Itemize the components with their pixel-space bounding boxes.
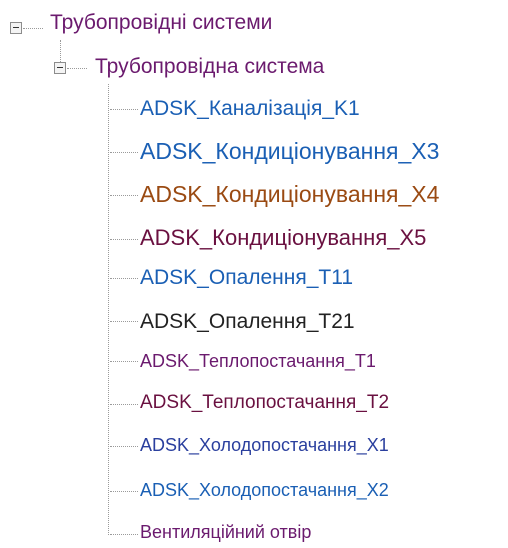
tree-item-system[interactable]: ADSK_Теплопостачання_T1 bbox=[140, 352, 376, 370]
tree-node-system-type[interactable]: Трубопровідна система bbox=[95, 56, 324, 77]
tree-item-system[interactable]: ADSK_Теплопостачання_T2 bbox=[140, 393, 389, 412]
tree-connector bbox=[110, 404, 138, 405]
tree-item-system[interactable]: ADSK_Холодопостачання_X1 bbox=[140, 436, 389, 454]
tree-connector bbox=[110, 534, 138, 535]
tree-connector bbox=[110, 195, 138, 196]
tree-connector bbox=[110, 321, 138, 322]
tree-connector bbox=[110, 152, 138, 153]
tree-connector bbox=[110, 239, 138, 240]
tree-item-system[interactable]: ADSK_Опалення_T21 bbox=[140, 311, 355, 332]
tree-connector bbox=[110, 446, 138, 447]
tree-item-system[interactable]: Вентиляційний отвір bbox=[140, 523, 311, 541]
tree-connector bbox=[110, 491, 138, 492]
tree-item-system[interactable]: ADSK_Опалення_T11 bbox=[140, 267, 353, 288]
tree-node-root[interactable]: Трубопровідні системи bbox=[50, 12, 272, 33]
tree-item-system[interactable]: ADSK_Кондиціонування_X4 bbox=[140, 183, 439, 206]
tree-connector bbox=[23, 28, 43, 29]
tree-connector bbox=[60, 40, 61, 62]
minus-icon bbox=[13, 27, 19, 28]
tree-item-system[interactable]: ADSK_Кондиціонування_X3 bbox=[140, 140, 439, 163]
tree-connector bbox=[67, 68, 87, 69]
tree-connector bbox=[110, 361, 138, 362]
tree-item-system[interactable]: ADSK_Кондиціонування_X5 bbox=[140, 227, 426, 249]
minus-icon bbox=[57, 67, 63, 68]
tree-connector bbox=[110, 109, 138, 110]
project-browser-tree: Трубопровідні системи Трубопровідна сист… bbox=[0, 0, 508, 548]
tree-connector bbox=[110, 278, 138, 279]
collapse-toggle-icon[interactable] bbox=[54, 62, 66, 74]
collapse-toggle-icon[interactable] bbox=[10, 22, 22, 34]
tree-item-system[interactable]: ADSK_Каналізація_K1 bbox=[140, 98, 360, 119]
tree-connector bbox=[108, 84, 109, 535]
tree-item-system[interactable]: ADSK_Холодопостачання_X2 bbox=[140, 481, 389, 499]
